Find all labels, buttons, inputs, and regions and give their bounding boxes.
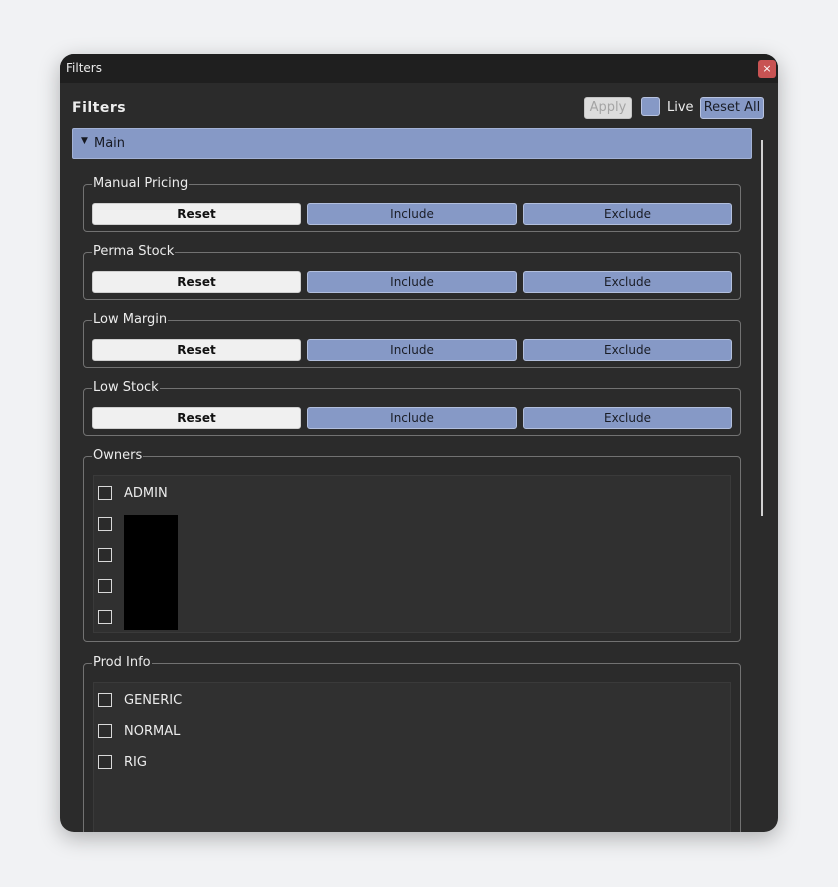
manual-pricing-reset-button[interactable]: Reset: [92, 203, 301, 225]
apply-button[interactable]: Apply: [584, 97, 632, 119]
checkbox[interactable]: [98, 579, 112, 593]
manual-pricing-group: Manual Pricing Reset Include Exclude: [83, 176, 741, 232]
checkbox[interactable]: [98, 724, 112, 738]
prod-info-label: RIG: [124, 755, 147, 770]
perma-stock-reset-button[interactable]: Reset: [92, 271, 301, 293]
perma-stock-group: Perma Stock Reset Include Exclude: [83, 244, 741, 300]
group-title: Low Stock: [92, 380, 160, 396]
low-stock-exclude-button[interactable]: Exclude: [523, 407, 732, 429]
group-title: Perma Stock: [92, 244, 176, 260]
low-margin-include-button[interactable]: Include: [307, 339, 517, 361]
prod-info-list[interactable]: GENERIC NORMAL RIG: [93, 682, 731, 832]
redacted-owner-names: [124, 515, 178, 630]
checkbox[interactable]: [98, 486, 112, 500]
main-section-header[interactable]: ▼ Main: [72, 128, 752, 159]
low-margin-reset-button[interactable]: Reset: [92, 339, 301, 361]
collapse-arrow-icon: ▼: [81, 136, 88, 146]
group-title: Low Margin: [92, 312, 169, 328]
low-margin-exclude-button[interactable]: Exclude: [523, 339, 732, 361]
prod-info-label: GENERIC: [124, 693, 183, 708]
window-title: Filters: [66, 61, 102, 75]
low-margin-group: Low Margin Reset Include Exclude: [83, 312, 741, 368]
main-section-label: Main: [94, 136, 126, 151]
panel-title: Filters: [72, 100, 127, 116]
perma-stock-exclude-button[interactable]: Exclude: [523, 271, 732, 293]
owners-group: Owners ADMIN: [83, 448, 741, 642]
low-stock-reset-button[interactable]: Reset: [92, 407, 301, 429]
prod-info-group: Prod Info GENERIC NORMAL RIG: [83, 655, 741, 832]
group-title: Owners: [92, 448, 144, 464]
close-button[interactable]: ×: [758, 60, 776, 78]
vertical-scrollbar[interactable]: [761, 140, 763, 516]
manual-pricing-exclude-button[interactable]: Exclude: [523, 203, 732, 225]
live-checkbox[interactable]: [641, 97, 660, 116]
checkbox[interactable]: [98, 693, 112, 707]
title-bar[interactable]: Filters ×: [60, 54, 778, 83]
low-stock-include-button[interactable]: Include: [307, 407, 517, 429]
live-label: Live: [667, 100, 694, 115]
checkbox[interactable]: [98, 610, 112, 624]
group-title: Manual Pricing: [92, 176, 190, 192]
filters-window: Filters × Filters Apply Live Reset All ▼…: [60, 54, 778, 832]
perma-stock-include-button[interactable]: Include: [307, 271, 517, 293]
group-title: Prod Info: [92, 655, 152, 671]
checkbox[interactable]: [98, 755, 112, 769]
owners-list[interactable]: ADMIN: [93, 475, 731, 633]
low-stock-group: Low Stock Reset Include Exclude: [83, 380, 741, 436]
close-icon: ×: [762, 62, 772, 75]
checkbox[interactable]: [98, 517, 112, 531]
manual-pricing-include-button[interactable]: Include: [307, 203, 517, 225]
reset-all-button[interactable]: Reset All: [700, 97, 764, 119]
owner-label: ADMIN: [124, 486, 168, 501]
prod-info-label: NORMAL: [124, 724, 181, 739]
checkbox[interactable]: [98, 548, 112, 562]
